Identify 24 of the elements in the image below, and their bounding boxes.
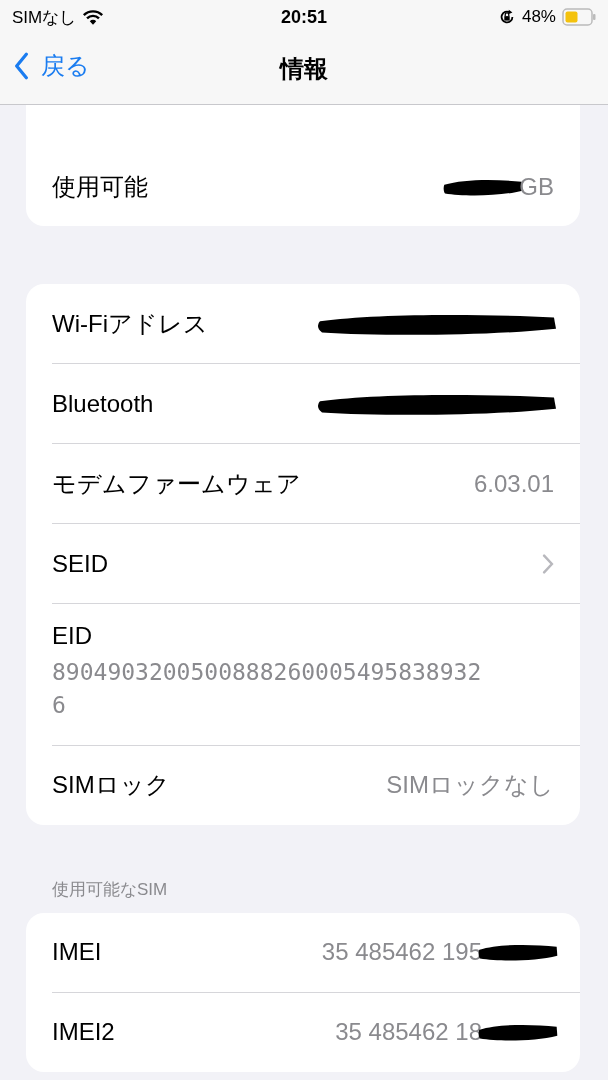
back-chevron-icon [14,52,29,80]
section-header: 使用可能なSIM [51,878,169,901]
row-label: 使用可能 [52,171,148,202]
row-label: IMEI [52,938,102,967]
clock-time: 20:51 [280,6,327,28]
row-value: 6.03.01 [473,469,554,498]
row-label: IMEI2 [52,1018,115,1047]
row-label: モデムファームウェア [52,468,301,499]
row-label: SIMロック [52,770,170,801]
row-value: 89049032005008882600054958389326 [52,658,482,721]
carrier-text: SIMなし [12,6,77,29]
wifi-icon [82,8,105,26]
chevron-icon [542,553,554,574]
page-title: 情報 [280,54,328,84]
row-value: SIMロックなし [386,770,554,801]
row-label: EID [52,622,92,650]
row-value: 35 485462 195 [321,938,482,967]
row-value: GB [519,172,554,201]
row-label: Bluetooth [52,389,154,418]
battery-percent: 48% [521,7,556,27]
seid-row[interactable]: SEID [52,523,580,603]
battery-icon [562,8,596,26]
back-button[interactable]: 戻る [14,50,90,82]
row-label: Wi-Fiアドレス [52,308,208,339]
